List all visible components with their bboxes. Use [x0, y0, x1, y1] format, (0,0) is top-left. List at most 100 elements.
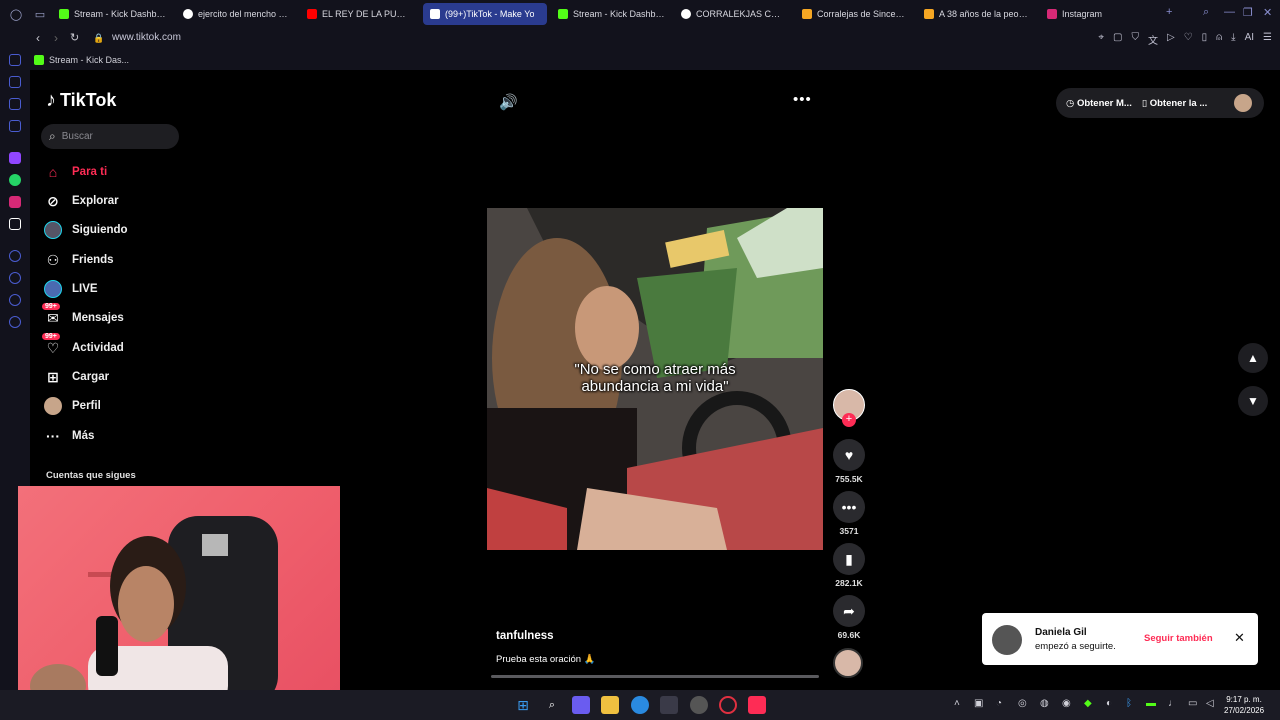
close-notification-icon[interactable]: ✕	[1234, 630, 1245, 646]
account-icon[interactable]: ⍝	[1216, 32, 1222, 47]
tab-kick-dashboard[interactable]: Stream - Kick Dashboard	[52, 3, 174, 25]
nav-friends[interactable]: ⚇ Friends	[44, 251, 114, 269]
get-app-button[interactable]: ▯ Obtener la ...	[1142, 98, 1207, 109]
snapshot-icon[interactable]: ▢	[1113, 32, 1122, 47]
minimize-icon[interactable]: —	[1224, 6, 1235, 18]
play-icon[interactable]: ▷	[1167, 32, 1175, 47]
network-icon[interactable]: ▭	[1188, 698, 1197, 709]
tiktok-sidebar-icon[interactable]	[9, 218, 21, 230]
opera-logo-icon[interactable]: ◯	[8, 6, 24, 22]
forward-icon[interactable]: ›	[54, 31, 58, 45]
share-button[interactable]: ➦ 69.6K	[833, 595, 865, 640]
tray-app-icon[interactable]: ◔	[996, 698, 1002, 709]
nav-mas[interactable]: ··· Más	[44, 427, 94, 445]
nav-live[interactable]: LIVE	[44, 280, 98, 298]
tray-app-icon[interactable]: ◍	[1040, 698, 1049, 709]
nav-siguiendo[interactable]: Siguiendo	[44, 221, 128, 239]
menu-icon[interactable]: ☰	[1263, 32, 1272, 47]
workspace-icon[interactable]: ▭	[32, 6, 48, 22]
shield-icon[interactable]: ⛉	[1131, 32, 1139, 47]
tab-38-anos[interactable]: A 38 años de la peor trag	[917, 3, 1035, 25]
tab-tiktok[interactable]: (99+)TikTok - Make Yo	[423, 3, 547, 25]
tab-kick-dashboard-2[interactable]: Stream - Kick Dashboard	[551, 3, 673, 25]
nav-explorar[interactable]: ⊘ Explorar	[44, 192, 119, 210]
download-icon[interactable]: ⤓	[1231, 32, 1235, 47]
tray-app-icon[interactable]: ◐	[1106, 698, 1112, 709]
history-icon[interactable]	[9, 272, 21, 284]
system-clock[interactable]: 9:17 p. m. 27/02/2026	[1224, 694, 1264, 716]
pin-icon[interactable]: ⌖	[1098, 32, 1104, 47]
tab-instagram[interactable]: Instagram	[1040, 3, 1130, 25]
nav-perfil[interactable]: Perfil	[44, 397, 101, 415]
video-author[interactable]: tanfulness	[496, 630, 554, 642]
heart-icon[interactable]: ♡	[1184, 32, 1193, 47]
taskbar-search-icon[interactable]: ⌕	[543, 696, 561, 714]
follow-back-button[interactable]: Seguir también	[1144, 633, 1213, 644]
search-tabs-icon[interactable]: ⌕	[1203, 6, 1209, 19]
music-disc-button[interactable]	[833, 648, 865, 678]
windows-start-icon[interactable]: ⊞	[514, 696, 532, 714]
ai-icon[interactable]: AI	[1245, 32, 1254, 47]
tray-app-icon[interactable]: ◎	[1018, 698, 1027, 709]
tab-youtube[interactable]: EL REY DE LA PUNTUAL	[300, 3, 418, 25]
url-field[interactable]: www.tiktok.com	[112, 32, 181, 43]
opera-taskbar-icon[interactable]	[719, 696, 737, 714]
nav-cargar[interactable]: ⊞ Cargar	[44, 368, 109, 386]
user-avatar[interactable]	[1234, 94, 1252, 112]
volume-icon[interactable]: 🔊	[499, 93, 518, 111]
speaker-icon[interactable]: ◁	[1206, 698, 1214, 709]
copilot-icon[interactable]	[572, 696, 590, 714]
like-button[interactable]: ♥ 755.5K	[833, 439, 865, 484]
previous-video-button[interactable]: ▲	[1238, 343, 1268, 373]
tray-app-icon[interactable]: ◆	[1084, 698, 1092, 709]
tray-app-icon[interactable]: ◉	[1062, 698, 1071, 709]
nav-mensajes[interactable]: ✉ 99+ Mensajes	[42, 303, 124, 327]
search-input[interactable]: ⌕ Buscar	[41, 124, 179, 149]
steam-icon[interactable]	[690, 696, 708, 714]
file-explorer-icon[interactable]	[601, 696, 619, 714]
back-icon[interactable]: ‹	[36, 31, 40, 45]
next-video-button[interactable]: ▼	[1238, 386, 1268, 416]
microphone-icon[interactable]: ♩	[1168, 698, 1178, 709]
mail-icon[interactable]	[9, 120, 21, 132]
speed-dial-icon[interactable]	[9, 54, 21, 66]
close-window-icon[interactable]: ✕	[1263, 6, 1272, 19]
tab-corralejas-search[interactable]: CORRALEKJAS CUANDO	[674, 3, 792, 25]
edge-icon[interactable]	[631, 696, 649, 714]
player-icon[interactable]	[9, 250, 21, 262]
comment-button[interactable]: ••• 3571	[833, 491, 865, 536]
bookmark-kick[interactable]: Stream - Kick Das...	[49, 55, 129, 65]
wallet-icon[interactable]: ▯	[1202, 32, 1208, 47]
save-button[interactable]: ▮ 282.1K	[833, 543, 865, 588]
more-options-icon[interactable]: •••	[793, 91, 812, 108]
aria-icon[interactable]	[9, 76, 21, 88]
tiktok-taskbar-icon[interactable]	[748, 696, 766, 714]
tray-chevron-icon[interactable]: ˄	[954, 698, 960, 709]
extensions-icon[interactable]	[9, 294, 21, 306]
reload-icon[interactable]: ↻	[70, 31, 79, 44]
follow-plus-icon[interactable]: +	[842, 413, 856, 427]
get-coins-button[interactable]: ◷ Obtener M...	[1066, 98, 1132, 109]
whatsapp-icon[interactable]	[9, 174, 21, 186]
tray-app-icon[interactable]: ▣	[974, 698, 983, 709]
settings-icon[interactable]	[9, 316, 21, 328]
notification-username[interactable]: Daniela Gil	[1035, 627, 1087, 638]
notification-avatar[interactable]	[992, 625, 1022, 655]
bookmark-icon: ▮	[833, 543, 865, 575]
new-tab-icon[interactable]: +	[1166, 6, 1172, 18]
video-progress-bar[interactable]	[491, 675, 819, 678]
nav-actividad[interactable]: ♡ 99+ Actividad	[42, 333, 124, 357]
tray-app-icon[interactable]: ▬	[1146, 698, 1156, 709]
tab-google-search[interactable]: ejercito del mencho - Bu	[176, 3, 296, 25]
store-icon[interactable]	[660, 696, 678, 714]
tiktok-logo[interactable]: ♪ TikTok	[46, 89, 116, 112]
nav-para-ti[interactable]: ⌂ Para ti	[44, 163, 107, 181]
tab-corralejas-sincelejo[interactable]: Corralejas de Sincelejo,	[795, 3, 913, 25]
twitch-icon[interactable]	[9, 152, 21, 164]
restore-icon[interactable]: ❐	[1243, 6, 1253, 19]
messenger-icon[interactable]	[9, 98, 21, 110]
instagram-sidebar-icon[interactable]	[9, 196, 21, 208]
bluetooth-icon[interactable]: ᛒ	[1126, 698, 1132, 709]
creator-avatar-button[interactable]: +	[833, 389, 865, 427]
translate-icon[interactable]: 文	[1148, 32, 1158, 47]
